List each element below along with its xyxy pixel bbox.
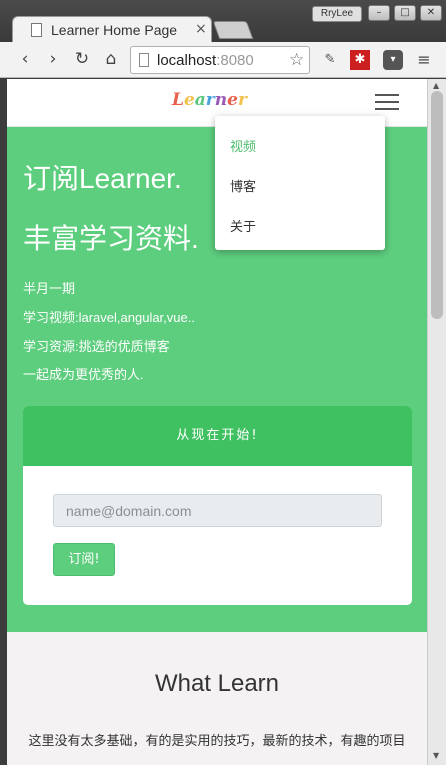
reload-button[interactable]: ↻ [71, 48, 93, 70]
new-tab-button[interactable] [212, 21, 254, 39]
url-text: localhost:8080 [157, 52, 254, 69]
what-learn-section: What Learn 这里没有太多基础，有的是实用的技巧，最新的技术，有趣的项目 [7, 632, 427, 765]
bookmark-star-icon[interactable]: ☆ [289, 50, 304, 70]
signup-card: 从现在开始! 订阅! [23, 406, 412, 605]
hero-subheading: 丰富学习资料. [23, 223, 199, 254]
nav-dropdown-menu: 视频 博客 关于 [215, 116, 385, 250]
vertical-scrollbar[interactable]: ▲ ▼ [427, 79, 446, 765]
profile-button[interactable]: RryLee [312, 6, 362, 22]
minimize-button[interactable]: – [368, 5, 390, 21]
menu-item-about[interactable]: 关于 [230, 216, 256, 235]
site-logo[interactable]: Learner [172, 90, 247, 110]
page-icon [139, 53, 149, 67]
hero-line: 学习资源:挑选的优质博客 [23, 339, 170, 354]
menu-item-videos[interactable]: 视频 [230, 136, 256, 155]
page-viewport: Learner 订阅Learner. 丰富学习资料. 半月一期 学习视频:lar… [7, 79, 427, 765]
browser-tab[interactable]: Learner Home Page × [12, 16, 212, 44]
document-icon [31, 23, 42, 37]
hero-heading: 订阅Learner. [23, 163, 182, 194]
back-button[interactable]: ‹ [14, 48, 36, 70]
forward-button[interactable]: › [42, 48, 64, 70]
address-bar[interactable]: localhost:8080 ☆ [130, 46, 310, 74]
scroll-down-icon[interactable]: ▼ [433, 751, 439, 760]
hero-line: 学习视频:laravel,angular,vue.. [23, 310, 195, 325]
scroll-thumb[interactable] [431, 91, 443, 319]
maximize-button[interactable]: □ [394, 5, 416, 21]
signup-card-header: 从现在开始! [23, 406, 412, 466]
home-button[interactable]: ⌂ [100, 48, 122, 70]
email-field[interactable] [53, 494, 382, 527]
eyedropper-extension-icon[interactable]: ✎ [320, 50, 340, 70]
browser-titlebar: Learner Home Page × RryLee – □ ✕ [0, 0, 446, 44]
menu-item-blog[interactable]: 博客 [230, 176, 256, 195]
red-asterisk-extension-icon[interactable]: ✱ [350, 50, 370, 70]
tab-title: Learner Home Page [51, 22, 178, 38]
section-description: 这里没有太多基础，有的是实用的技巧，最新的技术，有趣的项目 [28, 734, 406, 749]
menu-icon[interactable]: ≡ [414, 50, 434, 70]
scroll-up-icon[interactable]: ▲ [433, 81, 439, 90]
subscribe-button[interactable]: 订阅! [53, 543, 115, 576]
hero-line: 一起成为更优秀的人. [23, 367, 144, 382]
tab-close-icon[interactable]: × [195, 21, 207, 37]
close-window-button[interactable]: ✕ [420, 5, 442, 21]
hamburger-menu-icon[interactable] [375, 94, 399, 110]
pocket-extension-icon[interactable]: ▾ [383, 50, 403, 70]
hero-line: 半月一期 [23, 281, 76, 296]
section-title: What Learn [154, 670, 280, 697]
browser-toolbar: ‹ › ↻ ⌂ localhost:8080 ☆ ✎ ✱ ▾ ≡ [0, 42, 446, 78]
